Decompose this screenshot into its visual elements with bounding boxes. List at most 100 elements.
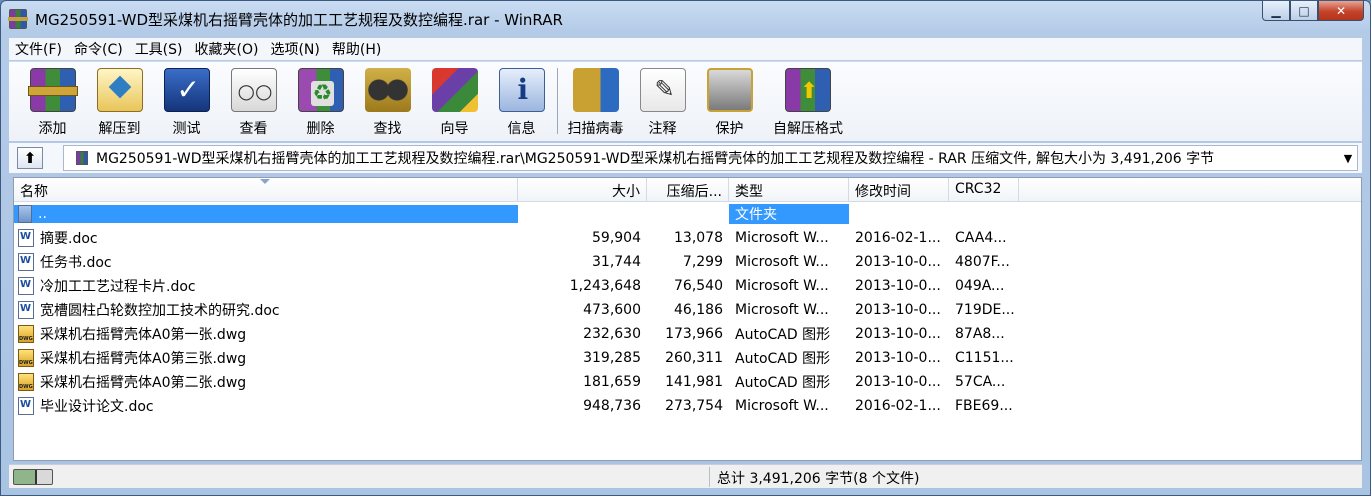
- view-button[interactable]: 查看: [220, 62, 287, 140]
- dwg-file-icon: [18, 373, 34, 391]
- file-row[interactable]: 毕业设计论文.doc 948,736 273,754 Microsoft W..…: [14, 394, 1361, 418]
- file-size: 232,630: [583, 326, 641, 342]
- address-dropdown-icon[interactable]: ▼: [1339, 152, 1357, 165]
- archive-icon: [76, 151, 88, 165]
- add-button[interactable]: 添加: [19, 62, 86, 140]
- status-total: 总计 3,491,206 字节(8 个文件): [717, 471, 920, 487]
- wizard-button[interactable]: 向导: [421, 62, 488, 140]
- file-row[interactable]: 冷加工工艺过程卡片.doc 1,243,648 76,540 Microsoft…: [14, 274, 1361, 298]
- dwg-file-icon: [18, 325, 34, 343]
- close-button[interactable]: ✕: [1318, 1, 1364, 21]
- file-modified: 2013-10-0...: [855, 326, 941, 342]
- word-doc-icon: [18, 277, 34, 295]
- file-name: ..: [38, 206, 47, 222]
- file-size: 473,600: [583, 302, 641, 318]
- delete-button[interactable]: 删除: [287, 62, 354, 140]
- minimize-button[interactable]: ▁: [1262, 1, 1290, 21]
- scan-virus-button[interactable]: 扫描病毒: [562, 62, 629, 140]
- file-row[interactable]: 采煤机右摇臂壳体A0第一张.dwg 232,630 173,966 AutoCA…: [14, 322, 1361, 346]
- file-crc: 719DE...: [955, 302, 1015, 318]
- protect-label: 保护: [715, 121, 744, 137]
- winrar-app-icon[interactable]: [8, 9, 28, 29]
- file-size: 181,659: [583, 374, 641, 390]
- info-button[interactable]: 信息: [488, 62, 555, 140]
- title-bar[interactable]: MG250591-WD型采煤机右摇臂壳体的加工工艺规程及数控编程.rar - W…: [1, 1, 1370, 37]
- menu-options[interactable]: 选项(N): [264, 39, 325, 59]
- file-name: 摘要.doc: [40, 231, 98, 247]
- file-packed: 273,754: [665, 398, 723, 414]
- virus-scan-icon: [572, 68, 619, 112]
- add-archive-icon: [27, 68, 78, 112]
- test-button[interactable]: 测试: [153, 62, 220, 140]
- extract-icon: [96, 68, 143, 112]
- col-size[interactable]: 大小: [518, 178, 647, 201]
- file-packed: 46,186: [674, 302, 723, 318]
- file-crc: 049A...: [955, 278, 1005, 294]
- dwg-file-icon: [18, 349, 34, 367]
- find-button[interactable]: 查找: [354, 62, 421, 140]
- file-size: 31,744: [592, 254, 641, 270]
- toolbar-separator: [557, 68, 558, 134]
- address-field[interactable]: MG250591-WD型采煤机右摇臂壳体的加工工艺规程及数控编程.rar\MG2…: [63, 145, 1358, 171]
- col-type[interactable]: 类型: [729, 178, 849, 201]
- virus-label: 扫描病毒: [567, 121, 624, 137]
- word-doc-icon: [18, 229, 34, 247]
- menu-file[interactable]: 文件(F): [9, 39, 68, 59]
- file-modified: 2013-10-0...: [855, 254, 941, 270]
- file-crc: FBE69...: [955, 398, 1013, 414]
- file-packed: 141,981: [665, 374, 723, 390]
- file-row[interactable]: 任务书.doc 31,744 7,299 Microsoft W... 2013…: [14, 250, 1361, 274]
- file-packed: 260,311: [665, 350, 723, 366]
- menu-help[interactable]: 帮助(H): [326, 39, 387, 59]
- window-controls: ▁ □ ✕: [1262, 1, 1364, 23]
- wizard-icon: [431, 68, 478, 112]
- file-packed: 173,966: [665, 326, 723, 342]
- binoculars-icon: [364, 68, 411, 112]
- file-crc: 4807F...: [955, 254, 1010, 270]
- extract-to-button[interactable]: 解压到: [86, 62, 153, 140]
- parent-folder-row[interactable]: .. 文件夹: [14, 202, 1361, 226]
- file-row[interactable]: 采煤机右摇臂壳体A0第三张.dwg 319,285 260,311 AutoCA…: [14, 346, 1361, 370]
- col-name[interactable]: 名称: [14, 178, 518, 201]
- address-path: MG250591-WD型采煤机右摇臂壳体的加工工艺规程及数控编程.rar\MG2…: [96, 151, 1215, 167]
- file-name: 采煤机右摇臂壳体A0第一张.dwg: [40, 327, 247, 343]
- file-modified: 2013-10-0...: [855, 278, 941, 294]
- status-bar: 总计 3,491,206 字节(8 个文件): [9, 464, 1362, 488]
- file-modified: 2016-02-1...: [855, 230, 941, 246]
- file-crc: 87A8...: [955, 326, 1005, 342]
- comment-icon: [639, 68, 686, 112]
- file-type: 文件夹: [729, 204, 849, 224]
- file-crc: CAA4...: [955, 230, 1007, 246]
- file-type: Microsoft W...: [735, 254, 829, 270]
- drive-key-icon[interactable]: [13, 468, 53, 485]
- file-packed: 7,299: [682, 254, 723, 270]
- col-packed[interactable]: 压缩后...: [647, 178, 729, 201]
- file-list[interactable]: 名称 大小 压缩后... 类型 修改时间 CRC32 .. 文件夹 摘要.doc…: [13, 177, 1362, 461]
- column-header: 名称 大小 压缩后... 类型 修改时间 CRC32: [14, 178, 1361, 202]
- file-name: 宽槽圆柱凸轮数控加工技术的研究.doc: [40, 303, 280, 319]
- file-size: 1,243,648: [569, 278, 641, 294]
- file-name: 任务书.doc: [40, 255, 112, 271]
- file-type: AutoCAD 图形: [735, 327, 831, 343]
- sfx-button[interactable]: 自解压格式: [763, 62, 853, 140]
- file-row[interactable]: 摘要.doc 59,904 13,078 Microsoft W... 2016…: [14, 226, 1361, 250]
- test-label: 测试: [172, 121, 201, 137]
- comment-button[interactable]: 注释: [629, 62, 696, 140]
- menu-tools[interactable]: 工具(S): [129, 39, 189, 59]
- col-crc[interactable]: CRC32: [949, 178, 1019, 201]
- file-size: 948,736: [583, 398, 641, 414]
- file-name: 毕业设计论文.doc: [40, 399, 154, 415]
- file-crc: 57CA...: [955, 374, 1006, 390]
- protect-button[interactable]: 保护: [696, 62, 763, 140]
- file-name: 采煤机右摇臂壳体A0第三张.dwg: [40, 351, 247, 367]
- menu-favorites[interactable]: 收藏夹(O): [189, 39, 265, 59]
- winrar-window: MG250591-WD型采煤机右摇臂壳体的加工工艺规程及数控编程.rar - W…: [0, 0, 1371, 496]
- col-modified[interactable]: 修改时间: [849, 178, 949, 201]
- file-row[interactable]: 宽槽圆柱凸轮数控加工技术的研究.doc 473,600 46,186 Micro…: [14, 298, 1361, 322]
- folder-icon: [18, 205, 32, 223]
- menu-commands[interactable]: 命令(C): [68, 39, 129, 59]
- up-folder-button[interactable]: ⬆: [17, 147, 43, 169]
- file-modified: 2013-10-0...: [855, 374, 941, 390]
- file-row[interactable]: 采煤机右摇臂壳体A0第二张.dwg 181,659 141,981 AutoCA…: [14, 370, 1361, 394]
- maximize-button[interactable]: □: [1290, 1, 1318, 21]
